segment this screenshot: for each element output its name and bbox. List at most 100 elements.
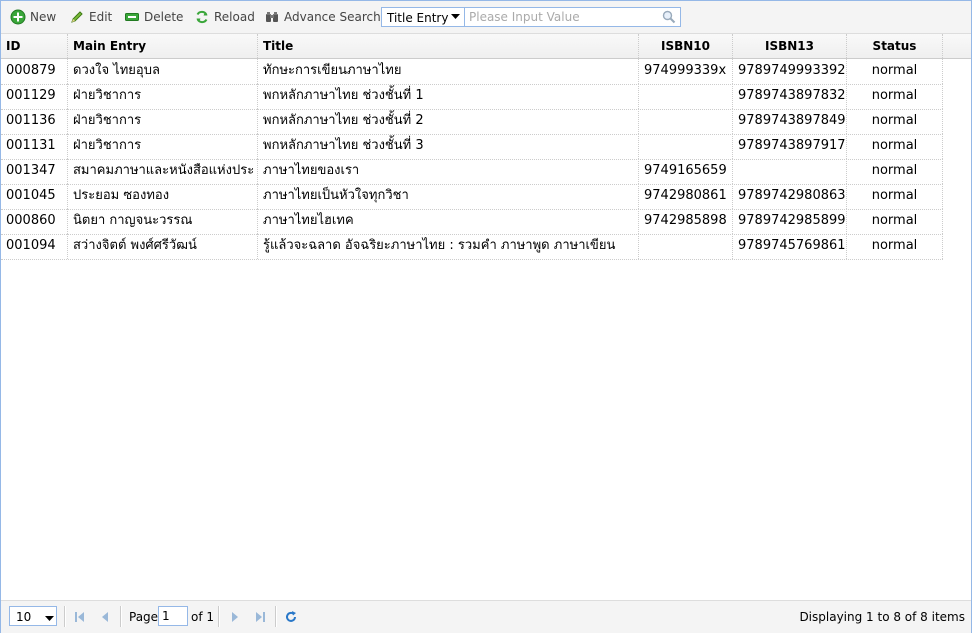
cell-isbn13: 9789743897917 xyxy=(733,134,847,159)
pager-separator xyxy=(120,606,122,627)
cell-title: พกหลักภาษาไทย ช่วงชั้นที่ 3 xyxy=(258,134,639,159)
cell-isbn13: 9789743897832 xyxy=(733,84,847,109)
reload-button[interactable]: Reload xyxy=(194,8,255,26)
column-header-isbn10[interactable]: ISBN10 xyxy=(639,34,733,58)
cell-title: ภาษาไทยไฮเทค xyxy=(258,209,639,234)
reload-label: Reload xyxy=(214,10,255,24)
cell-id: 001131 xyxy=(1,134,68,159)
refresh-button[interactable] xyxy=(283,609,299,625)
delete-label: Delete xyxy=(144,10,184,24)
column-header-isbn13[interactable]: ISBN13 xyxy=(733,34,847,58)
table-row[interactable]: 001347 สมาคมภาษาและหนังสือแห่งประ ภาษาไท… xyxy=(1,159,943,185)
cell-id: 001094 xyxy=(1,234,68,259)
cell-main-entry: นิตยา กาญจนะวรรณ xyxy=(68,209,258,234)
cell-main-entry: สมาคมภาษาและหนังสือแห่งประ xyxy=(68,159,258,184)
edit-button[interactable]: Edit xyxy=(69,8,112,26)
binoculars-icon xyxy=(266,12,278,22)
cell-status: normal xyxy=(847,109,943,134)
table-row[interactable]: 001129 ฝ่ายวิชาการ พกหลักภาษาไทย ช่วงชั้… xyxy=(1,84,943,110)
page-size-value: 10 xyxy=(16,610,32,624)
last-page-icon xyxy=(256,612,265,622)
cell-status: normal xyxy=(847,84,943,109)
pencil-icon xyxy=(71,11,83,23)
remove-icon xyxy=(125,13,139,21)
cell-title: ภาษาไทยเป็นหัวใจทุกวิชา xyxy=(258,184,639,209)
cell-main-entry: สว่างจิตต์ พงศ์ศรีวัฒน์ xyxy=(68,234,258,259)
pager-separator xyxy=(275,606,277,627)
cell-status: normal xyxy=(847,209,943,234)
cell-id: 000860 xyxy=(1,209,68,234)
cell-main-entry: ฝ่ายวิชาการ xyxy=(68,134,258,159)
last-page-button[interactable] xyxy=(252,609,268,625)
column-header-status[interactable]: Status xyxy=(847,34,943,58)
edit-label: Edit xyxy=(89,10,113,24)
table-row[interactable]: 001094 สว่างจิตต์ พงศ์ศรีวัฒน์ รู้แล้วจะ… xyxy=(1,234,943,260)
search-input[interactable] xyxy=(465,8,659,26)
chevron-down-icon[interactable] xyxy=(446,8,464,26)
cell-main-entry: ประยอม ซองทอง xyxy=(68,184,258,209)
prev-page-button[interactable] xyxy=(97,609,113,625)
cell-isbn10: 974999339x xyxy=(639,59,733,84)
page-size-select[interactable]: 10 xyxy=(9,606,57,626)
column-header-main-entry[interactable]: Main Entry xyxy=(68,34,258,58)
cell-status: normal xyxy=(847,234,943,259)
search-icon[interactable] xyxy=(660,9,678,25)
new-label: New xyxy=(30,10,57,24)
cell-isbn13: 9789749993392 xyxy=(733,59,847,84)
next-page-icon xyxy=(232,612,238,622)
advance-search-label: Advance Search xyxy=(284,10,381,24)
cell-isbn10: 9742985898 xyxy=(639,209,733,234)
table-row[interactable]: 001131 ฝ่ายวิชาการ พกหลักภาษาไทย ช่วงชั้… xyxy=(1,134,943,160)
chevron-down-icon xyxy=(45,611,54,625)
cell-id: 001347 xyxy=(1,159,68,184)
reload-icon xyxy=(196,10,208,24)
cell-main-entry: ฝ่ายวิชาการ xyxy=(68,84,258,109)
cell-isbn10 xyxy=(639,134,733,159)
delete-button[interactable]: Delete xyxy=(124,8,183,26)
column-header-title[interactable]: Title xyxy=(258,34,639,58)
search-box xyxy=(464,7,681,27)
cell-status: normal xyxy=(847,159,943,184)
add-icon xyxy=(10,9,26,25)
cell-title: ภาษาไทยของเรา xyxy=(258,159,639,184)
cell-main-entry: ดวงใจ ไทยอุบล xyxy=(68,59,258,84)
refresh-icon xyxy=(286,611,296,622)
cell-isbn10: 9742980861 xyxy=(639,184,733,209)
cell-isbn10 xyxy=(639,234,733,259)
table-header: ID Main Entry Title ISBN10 ISBN13 Status xyxy=(1,34,971,59)
cell-isbn13: 9789745769861 xyxy=(733,234,847,259)
table-row[interactable]: 001136 ฝ่ายวิชาการ พกหลักภาษาไทย ช่วงชั้… xyxy=(1,109,943,135)
cell-id: 000879 xyxy=(1,59,68,84)
next-page-button[interactable] xyxy=(227,609,243,625)
cell-status: normal xyxy=(847,59,943,84)
current-page-input[interactable] xyxy=(158,606,188,626)
cell-title: พกหลักภาษาไทย ช่วงชั้นที่ 2 xyxy=(258,109,639,134)
cell-isbn10 xyxy=(639,84,733,109)
advance-search-button[interactable]: Advance Search xyxy=(264,8,381,26)
cell-isbn13 xyxy=(733,159,847,184)
cell-status: normal xyxy=(847,184,943,209)
cell-title: รู้แล้วจะฉลาด อัจฉริยะภาษาไทย : รวมคำ ภา… xyxy=(258,234,639,259)
pagination-info: Displaying 1 to 8 of 8 items xyxy=(799,610,965,624)
cell-title: พกหลักภาษาไทย ช่วงชั้นที่ 1 xyxy=(258,84,639,109)
table-row[interactable]: 000879 ดวงใจ ไทยอุบล ทักษะการเขียนภาษาไท… xyxy=(1,59,943,85)
search-field-value: Title Entry xyxy=(387,11,449,25)
cell-isbn13: 9789743897849 xyxy=(733,109,847,134)
search-field-select[interactable]: Title Entry xyxy=(381,7,465,27)
prev-page-icon xyxy=(102,612,108,622)
first-page-button[interactable] xyxy=(72,609,88,625)
datagrid-panel: New Edit Delete Reload Advance Search Ti… xyxy=(0,0,972,633)
pager-separator xyxy=(218,606,220,627)
cell-title: ทักษะการเขียนภาษาไทย xyxy=(258,59,639,84)
table-row[interactable]: 001045 ประยอม ซองทอง ภาษาไทยเป็นหัวใจทุก… xyxy=(1,184,943,210)
cell-isbn10: 9749165659 xyxy=(639,159,733,184)
column-header-id[interactable]: ID xyxy=(1,34,68,58)
page-label: Page xyxy=(129,610,159,624)
cell-id: 001045 xyxy=(1,184,68,209)
table-row[interactable]: 000860 นิตยา กาญจนะวรรณ ภาษาไทยไฮเทค 974… xyxy=(1,209,943,235)
toolbar: New Edit Delete Reload Advance Search Ti… xyxy=(1,1,971,34)
cell-isbn10 xyxy=(639,109,733,134)
new-button[interactable]: New xyxy=(10,8,56,26)
cell-id: 001129 xyxy=(1,84,68,109)
cell-main-entry: ฝ่ายวิชาการ xyxy=(68,109,258,134)
